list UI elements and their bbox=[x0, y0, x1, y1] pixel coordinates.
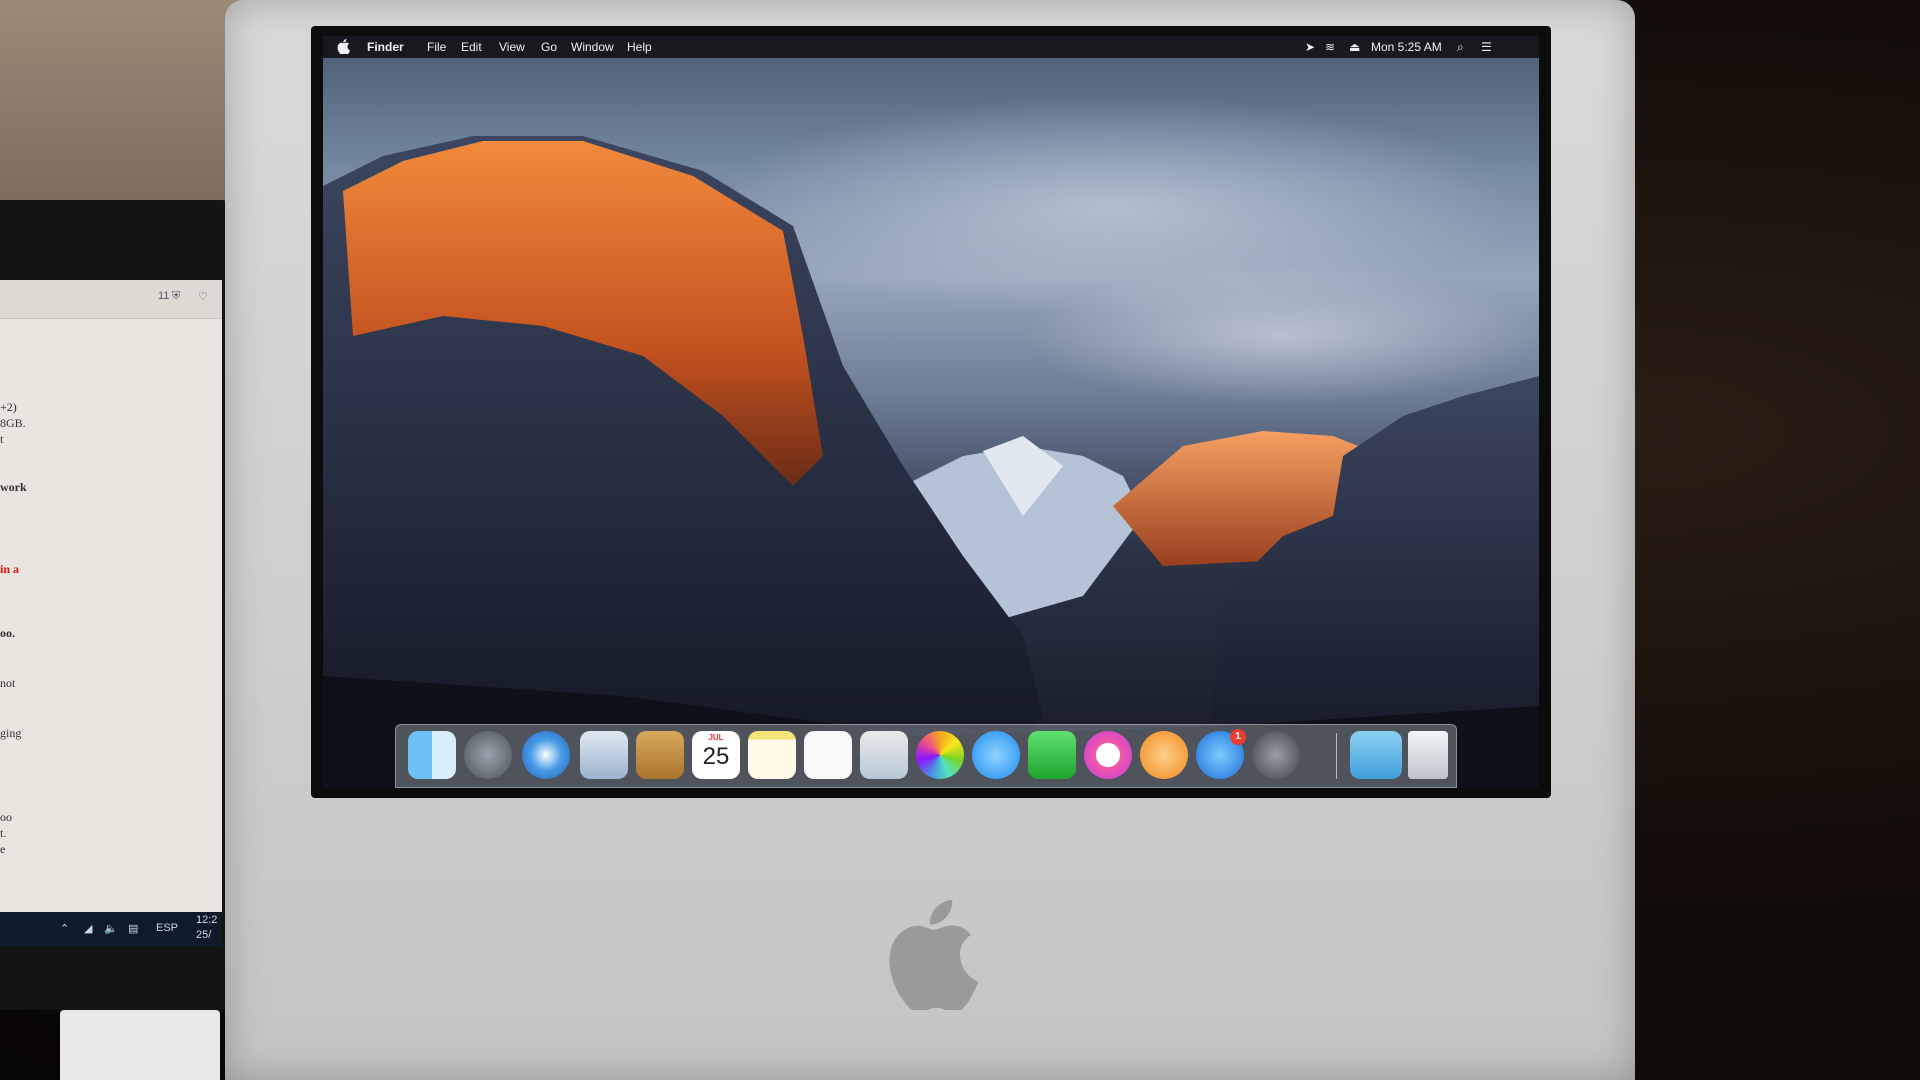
doc-text: ging bbox=[0, 726, 22, 740]
notes-icon[interactable] bbox=[748, 731, 796, 779]
doc-text: oo. bbox=[0, 626, 15, 640]
imac-body: Finder File Edit View Go Window Help ➤ ≋… bbox=[225, 0, 1635, 1080]
screen-bezel: Finder File Edit View Go Window Help ➤ ≋… bbox=[311, 26, 1551, 798]
messages-icon[interactable] bbox=[972, 731, 1020, 779]
apple-icon[interactable] bbox=[337, 38, 351, 54]
app-store-badge: 1 bbox=[1230, 729, 1246, 745]
doc-text: work bbox=[0, 480, 27, 494]
trash-icon[interactable] bbox=[1408, 731, 1448, 779]
eject-icon[interactable]: ⏏ bbox=[1349, 40, 1360, 54]
doc-text: oo bbox=[0, 810, 12, 824]
doc-text: e bbox=[0, 842, 6, 856]
toolbar-count: 11 bbox=[158, 290, 170, 302]
apple-logo bbox=[889, 900, 978, 1010]
doc-text: t bbox=[0, 432, 4, 446]
secondary-screen: 11 ⛨ ♡ +2) 8GB. t work in a oo. not ging… bbox=[0, 280, 222, 920]
menu-file[interactable]: File bbox=[427, 40, 446, 54]
calendar-day: 25 bbox=[702, 743, 730, 770]
contacts-icon[interactable] bbox=[636, 731, 684, 779]
secondary-monitor: 11 ⛨ ♡ +2) 8GB. t work in a oo. not ging… bbox=[0, 200, 232, 1010]
monitor-stand bbox=[60, 1010, 220, 1080]
chevron-up-icon[interactable]: ⌃ bbox=[60, 922, 69, 935]
dock-separator bbox=[1336, 733, 1337, 779]
safari-icon[interactable] bbox=[522, 731, 570, 779]
browser-toolbar: 11 ⛨ ♡ bbox=[0, 280, 222, 319]
menubar-clock[interactable]: Mon 5:25 AM bbox=[1371, 40, 1442, 54]
taskbar-date[interactable]: 25/ bbox=[196, 929, 211, 941]
windows-taskbar: ⌃ ◢ 🔈 ▤ ESP 12:2 25/ bbox=[0, 912, 222, 946]
background-wall bbox=[0, 0, 250, 210]
location-icon[interactable]: ➤ bbox=[1305, 40, 1315, 54]
shield-icon[interactable]: ⛨ bbox=[172, 290, 180, 303]
mail-icon[interactable] bbox=[580, 731, 628, 779]
language-indicator[interactable]: ESP bbox=[156, 922, 178, 934]
doc-text: t. bbox=[0, 826, 7, 840]
launchpad-icon[interactable] bbox=[464, 731, 512, 779]
itunes-icon[interactable] bbox=[1084, 731, 1132, 779]
photos-icon[interactable] bbox=[916, 731, 964, 779]
doc-text: not bbox=[0, 676, 16, 690]
menu-view[interactable]: View bbox=[499, 40, 525, 54]
doc-text: in a bbox=[0, 562, 20, 576]
ibooks-icon[interactable] bbox=[1140, 731, 1188, 779]
finder-icon[interactable] bbox=[408, 731, 456, 779]
system-preferences-icon[interactable] bbox=[1252, 731, 1300, 779]
preview-icon[interactable] bbox=[860, 731, 908, 779]
message-icon[interactable]: ▤ bbox=[128, 922, 138, 935]
reminders-icon[interactable] bbox=[804, 731, 852, 779]
spotlight-icon[interactable]: ⌕ bbox=[1457, 40, 1464, 55]
notification-center-icon[interactable]: ☰ bbox=[1481, 40, 1492, 54]
menu-window[interactable]: Window bbox=[571, 40, 614, 54]
volume-icon[interactable]: 🔈 bbox=[104, 922, 118, 935]
menu-go[interactable]: Go bbox=[541, 40, 557, 54]
doc-text: 8GB. bbox=[0, 416, 26, 430]
menu-bar: Finder File Edit View Go Window Help ➤ ≋… bbox=[323, 36, 1539, 58]
facetime-icon[interactable] bbox=[1028, 731, 1076, 779]
app-store-icon[interactable]: 1 bbox=[1196, 729, 1246, 779]
heart-icon[interactable]: ♡ bbox=[198, 290, 208, 303]
doc-text: +2) bbox=[0, 400, 17, 414]
desktop[interactable]: Finder File Edit View Go Window Help ➤ ≋… bbox=[323, 36, 1539, 788]
calendar-icon[interactable]: JUL 25 bbox=[692, 731, 740, 779]
taskbar-time[interactable]: 12:2 bbox=[196, 914, 217, 926]
menu-finder[interactable]: Finder bbox=[367, 40, 404, 54]
dock: JUL 25 1 bbox=[395, 724, 1457, 788]
el-capitan-wallpaper bbox=[323, 136, 1539, 788]
calendar-month: JUL bbox=[708, 733, 724, 742]
network-icon[interactable]: ◢ bbox=[84, 922, 92, 935]
downloads-folder-icon[interactable] bbox=[1350, 731, 1402, 779]
wifi-icon[interactable]: ≋ bbox=[1325, 40, 1335, 54]
menu-edit[interactable]: Edit bbox=[461, 40, 482, 54]
menu-help[interactable]: Help bbox=[627, 40, 652, 54]
